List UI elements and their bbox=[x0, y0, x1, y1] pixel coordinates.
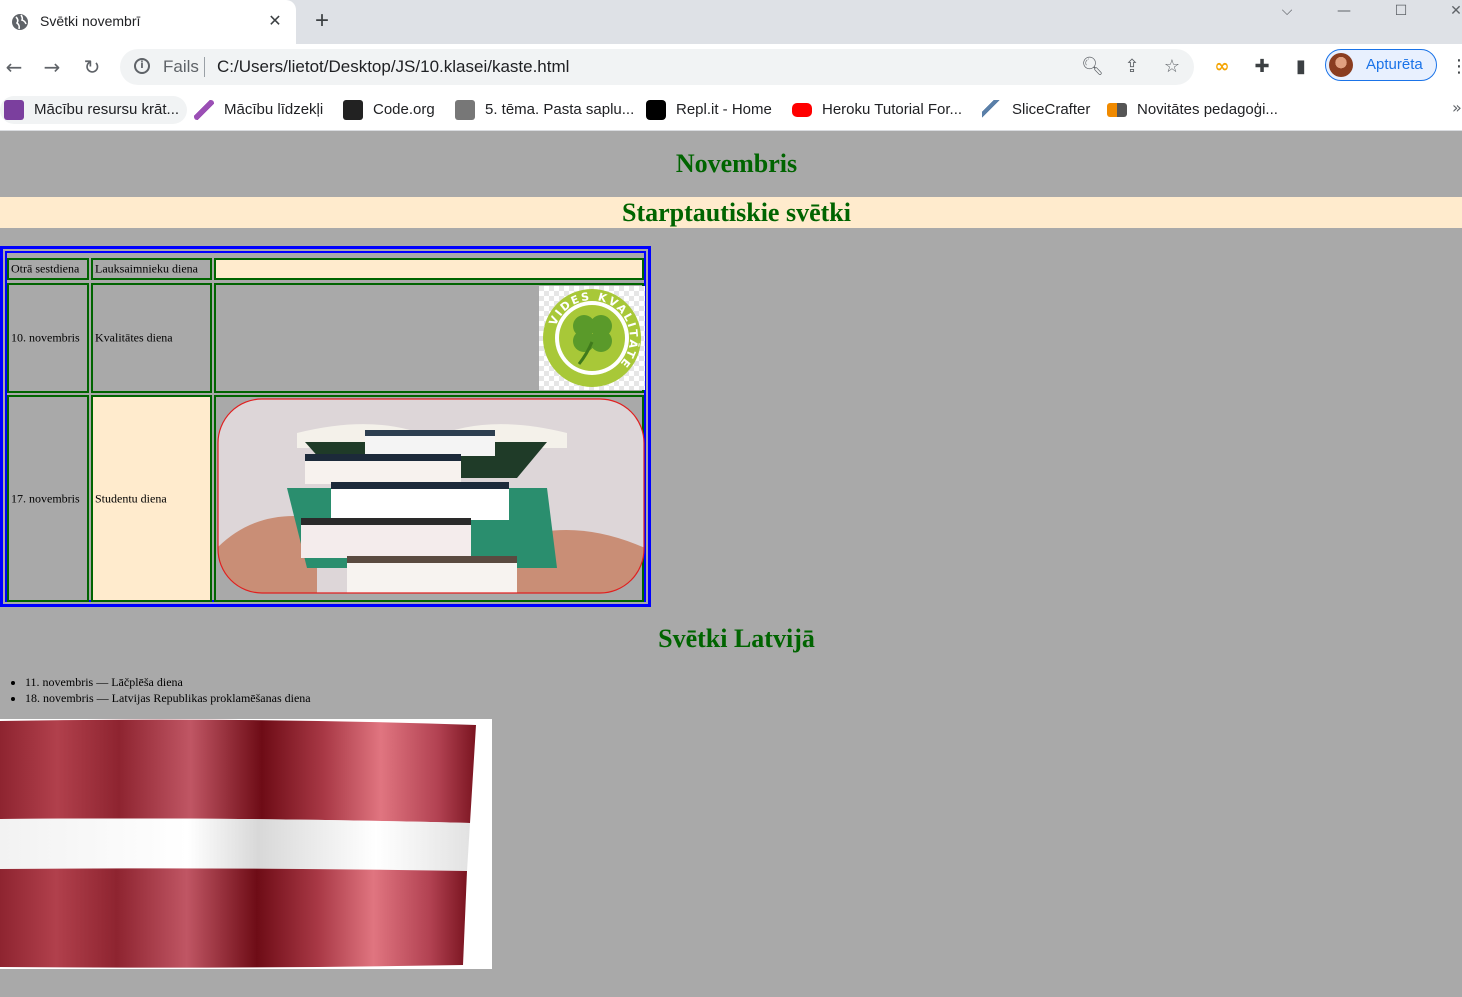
cell-text: Otrā sestdiena bbox=[11, 261, 80, 276]
slicecrafter-icon bbox=[982, 100, 1002, 121]
address-separator bbox=[204, 57, 205, 77]
globe-icon bbox=[12, 14, 28, 30]
extensions-puzzle-icon[interactable]: ✚ bbox=[1249, 54, 1275, 80]
forward-button[interactable]: → bbox=[38, 53, 66, 81]
cell-text: Studentu diena bbox=[95, 491, 167, 505]
new-tab-button[interactable]: + bbox=[310, 9, 334, 34]
replit-icon bbox=[646, 100, 666, 121]
browser-tab[interactable]: Svētki novembrī ✕ bbox=[0, 0, 296, 44]
maximize-button[interactable]: ☐ bbox=[1381, 0, 1421, 24]
bookmark-star-icon[interactable]: ☆ bbox=[1161, 56, 1183, 78]
close-tab-icon[interactable]: ✕ bbox=[265, 11, 285, 31]
bookmark-label: Mācību resursu krāt... bbox=[34, 101, 180, 118]
share-icon[interactable]: ⇪ bbox=[1121, 56, 1143, 78]
intl-heading: Starptautiskie svētki bbox=[622, 198, 851, 227]
bookmarks-bar: Mācību resursu krāt... Mācību līdzekļi C… bbox=[0, 90, 1462, 131]
code-org-icon bbox=[343, 100, 363, 121]
latvia-holiday-list: 11. novembris — Lāčplēša diena 18. novem… bbox=[0, 674, 311, 706]
address-prefix: Fails bbox=[163, 57, 199, 76]
reload-button[interactable]: ↻ bbox=[78, 53, 106, 81]
table-cell bbox=[214, 258, 644, 280]
flag-graphic bbox=[0, 719, 476, 968]
profile-label: Apturēta bbox=[1366, 56, 1423, 73]
back-button[interactable]: ← bbox=[0, 53, 28, 81]
bookmark-icon bbox=[455, 100, 475, 121]
bookmark-icon bbox=[1107, 103, 1127, 118]
table-cell: Kvalitātes diena bbox=[91, 283, 212, 393]
intl-section-header: Starptautiskie svētki bbox=[0, 197, 1462, 228]
url-text[interactable]: C:/Users/lietot/Desktop/JS/10.klasei/kas… bbox=[217, 57, 569, 77]
table-cell: Otrā sestdiena bbox=[7, 258, 89, 280]
bookmark-label: Mācību līdzekļi bbox=[224, 101, 324, 118]
holiday-table-inner: Otrā sestdiena Lauksaimnieku diena 10. n… bbox=[5, 251, 646, 602]
latvia-heading: Svētki Latvijā bbox=[658, 624, 815, 653]
page-content: Novembris Starptautiskie svētki Otrā ses… bbox=[0, 131, 1462, 997]
latvia-flag-image bbox=[0, 719, 492, 969]
youtube-icon bbox=[792, 103, 812, 118]
bookmark-icon bbox=[4, 100, 24, 121]
holiday-table: Otrā sestdiena Lauksaimnieku diena 10. n… bbox=[0, 246, 651, 607]
more-menu-icon[interactable]: ⋮ bbox=[1450, 56, 1462, 77]
tab-title: Svētki novembrī bbox=[40, 13, 141, 29]
bookmark-item[interactable]: Mācību līdzekļi bbox=[194, 96, 323, 124]
bookmark-item[interactable]: 5. tēma. Pasta saplu... bbox=[455, 96, 634, 124]
tab-search-icon[interactable]: ⌵ bbox=[1267, 0, 1307, 24]
cell-text: 10. novembris bbox=[11, 330, 80, 345]
close-window-button[interactable]: ✕ bbox=[1436, 0, 1462, 24]
browser-toolbar: ← → ↻ i Fails C:/Users/lietot/Desktop/JS… bbox=[0, 44, 1462, 90]
tab-strip: Svētki novembrī ✕ + ⌵ — ☐ ✕ bbox=[0, 0, 1462, 44]
bookmark-item[interactable]: SliceCrafter bbox=[982, 96, 1090, 124]
bookmark-label: Code.org bbox=[373, 101, 435, 118]
table-cell bbox=[214, 395, 645, 602]
bookmark-item[interactable]: Repl.it - Home bbox=[646, 96, 772, 124]
bookmark-item[interactable]: Novitātes pedagoģi... bbox=[1107, 96, 1278, 124]
address-bar[interactable]: i Fails C:/Users/lietot/Desktop/JS/10.kl… bbox=[120, 49, 1194, 85]
bookmark-item[interactable]: Code.org bbox=[343, 96, 435, 124]
info-icon[interactable]: i bbox=[134, 58, 150, 74]
bookmark-item[interactable]: Heroku Tutorial For... bbox=[792, 96, 962, 124]
student-books-image bbox=[217, 398, 645, 594]
minimize-button[interactable]: — bbox=[1324, 0, 1364, 24]
table-cell: 10. novembris bbox=[7, 283, 89, 393]
zoom-icon[interactable]: 🔍︎ bbox=[1081, 56, 1104, 78]
bookmark-label: Novitātes pedagoģi... bbox=[1137, 101, 1278, 118]
side-panel-icon[interactable]: ▮ bbox=[1288, 54, 1314, 80]
page-title: Novembris bbox=[675, 149, 798, 178]
cell-text: 17. novembris bbox=[11, 491, 80, 505]
table-cell: Lauksaimnieku diena bbox=[91, 258, 212, 280]
bookmark-label: Repl.it - Home bbox=[676, 101, 772, 118]
list-item: 18. novembris — Latvijas Republikas prok… bbox=[25, 690, 311, 706]
cell-text: Kvalitātes diena bbox=[95, 330, 173, 345]
bookmark-label: SliceCrafter bbox=[1012, 101, 1091, 118]
bookmark-icon bbox=[194, 100, 214, 121]
cell-text: Lauksaimnieku diena bbox=[95, 261, 198, 276]
bookmark-item[interactable]: Mācību resursu krāt... bbox=[0, 96, 188, 124]
avatar bbox=[1329, 53, 1353, 77]
profile-button[interactable]: Apturēta bbox=[1325, 49, 1437, 81]
quality-logo-image: VIDES KVALITĀTE bbox=[539, 286, 645, 390]
table-cell: 17. novembris bbox=[7, 395, 89, 602]
extension-co-icon[interactable]: ∞ bbox=[1209, 54, 1235, 80]
bookmark-label: 5. tēma. Pasta saplu... bbox=[485, 101, 635, 118]
more-bookmarks-icon[interactable]: » bbox=[1452, 98, 1462, 117]
table-cell: VIDES KVALITĀTE bbox=[214, 283, 645, 393]
table-cell: Studentu diena bbox=[91, 395, 212, 602]
list-item: 11. novembris — Lāčplēša diena bbox=[25, 674, 311, 690]
bookmark-label: Heroku Tutorial For... bbox=[822, 101, 963, 118]
